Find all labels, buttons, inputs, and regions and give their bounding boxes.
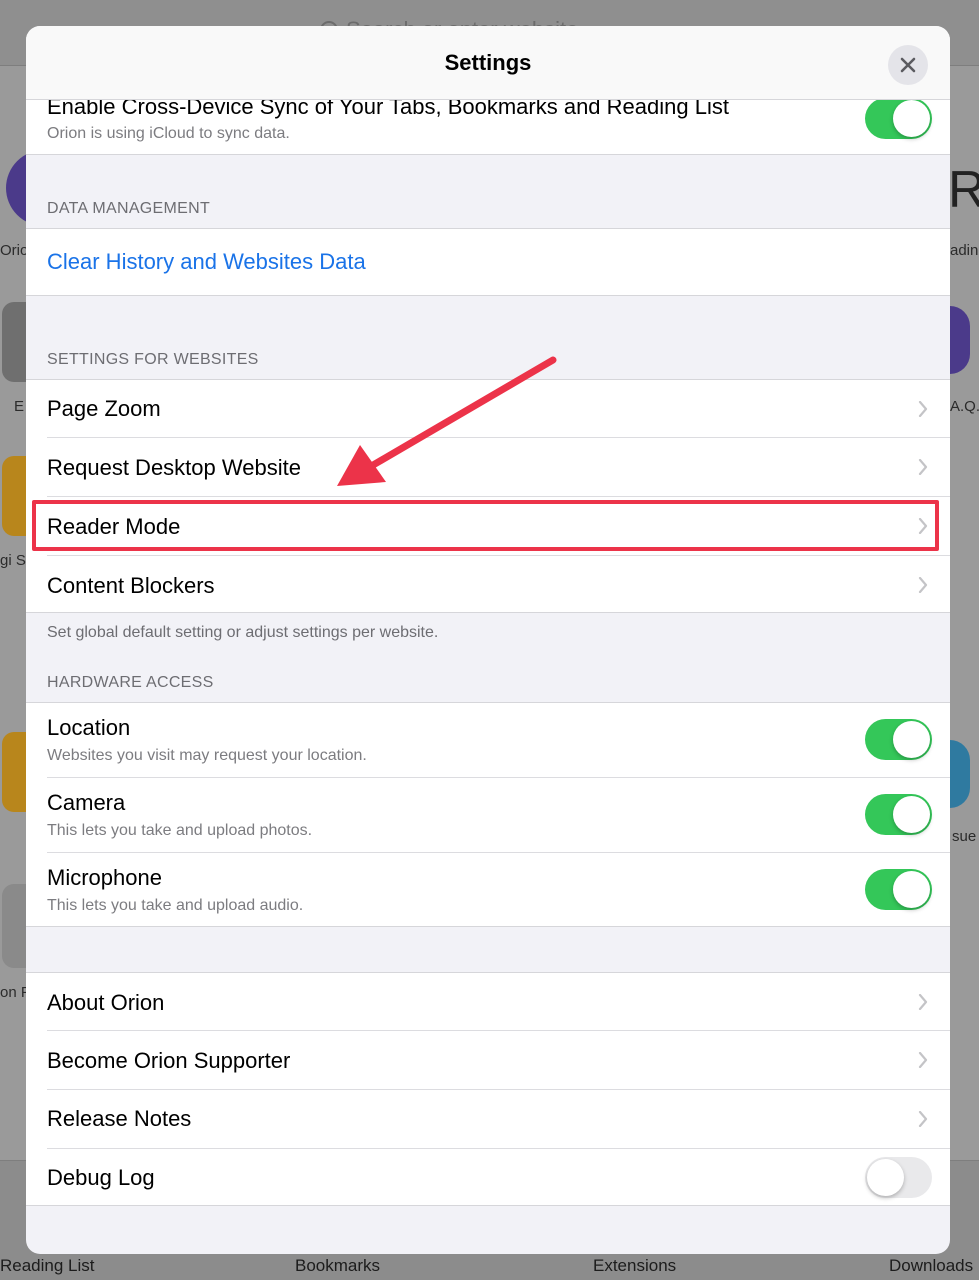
about-group: About Orion Become Orion Supporter Relea… (26, 972, 950, 1206)
debug-log-row: Debug Log (26, 1149, 950, 1207)
background-tab-reading-list: Reading List (0, 1256, 95, 1275)
camera-label: Camera (47, 790, 126, 815)
chevron-right-icon (918, 1111, 928, 1127)
about-orion-label: About Orion (47, 990, 165, 1015)
background-glyph: R (948, 161, 979, 219)
settings-for-websites-header: SETTINGS FOR WEBSITES (47, 351, 259, 368)
background-label: sue T (952, 828, 979, 845)
data-management-group: Clear History and Websites Data (26, 228, 950, 296)
background-tab-extensions: Extensions (593, 1256, 677, 1275)
chevron-right-icon (918, 994, 928, 1010)
toggle-knob (867, 1159, 904, 1196)
toggle-knob (893, 871, 930, 908)
about-orion-row[interactable]: About Orion (26, 973, 950, 1031)
background-label: Orio (0, 242, 29, 259)
microphone-toggle[interactable] (865, 869, 932, 910)
hardware-access-group: Location Websites you visit may request … (26, 702, 950, 927)
toggle-knob (893, 721, 930, 758)
toggle-knob (893, 100, 930, 137)
background-label: E (14, 398, 25, 415)
content-blockers-row[interactable]: Content Blockers (26, 556, 950, 614)
location-row: Location Websites you visit may request … (26, 703, 950, 777)
microphone-row: Microphone This lets you take and upload… (26, 853, 950, 927)
background-tile-blue (950, 740, 970, 808)
annotation-arrow-icon (337, 356, 557, 486)
chevron-right-icon (918, 401, 928, 417)
debug-log-toggle[interactable] (865, 1157, 932, 1198)
location-subtitle: Websites you visit may request your loca… (47, 747, 367, 764)
hardware-access-header: HARDWARE ACCESS (47, 674, 214, 691)
background-tile-purple (950, 306, 970, 374)
microphone-subtitle: This lets you take and upload audio. (47, 897, 304, 914)
toggle-knob (893, 796, 930, 833)
clear-history-button[interactable]: Clear History and Websites Data (47, 249, 366, 275)
reader-mode-highlight-box (32, 500, 939, 551)
background-tab-bookmarks: Bookmarks (295, 1256, 381, 1275)
become-supporter-row[interactable]: Become Orion Supporter (26, 1031, 950, 1089)
camera-toggle[interactable] (865, 794, 932, 835)
sync-toggle[interactable] (865, 98, 932, 139)
sheet-header: Settings (26, 26, 950, 100)
become-supporter-label: Become Orion Supporter (47, 1048, 291, 1073)
chevron-right-icon (918, 577, 928, 593)
settings-sheet: Enable Cross-Device Sync of Your Tabs, B… (26, 26, 950, 1254)
release-notes-label: Release Notes (47, 1106, 192, 1131)
data-management-header: DATA MANAGEMENT (47, 200, 211, 217)
microphone-label: Microphone (47, 865, 162, 890)
close-button[interactable] (888, 45, 928, 85)
chevron-right-icon (918, 1052, 928, 1068)
sheet-title: Settings (444, 50, 532, 75)
location-toggle[interactable] (865, 719, 932, 760)
close-icon (900, 57, 916, 73)
background-label: adin (950, 242, 979, 259)
camera-subtitle: This lets you take and upload photos. (47, 822, 313, 839)
release-notes-row[interactable]: Release Notes (26, 1090, 950, 1148)
background-tab-downloads: Downloads (889, 1256, 974, 1275)
camera-row: Camera This lets you take and upload pho… (26, 778, 950, 852)
location-label: Location (47, 715, 131, 740)
settings-scroll-area[interactable]: Enable Cross-Device Sync of Your Tabs, B… (26, 26, 950, 1254)
content-blockers-label: Content Blockers (47, 573, 215, 598)
sync-subtitle: Orion is using iCloud to sync data. (47, 125, 290, 142)
background-label: A.Q. (950, 398, 979, 415)
request-desktop-website-label: Request Desktop Website (47, 455, 301, 480)
debug-log-label: Debug Log (47, 1165, 155, 1190)
chevron-right-icon (918, 459, 928, 475)
page-zoom-label: Page Zoom (47, 396, 161, 421)
settings-for-websites-footer: Set global default setting or adjust set… (47, 624, 439, 641)
